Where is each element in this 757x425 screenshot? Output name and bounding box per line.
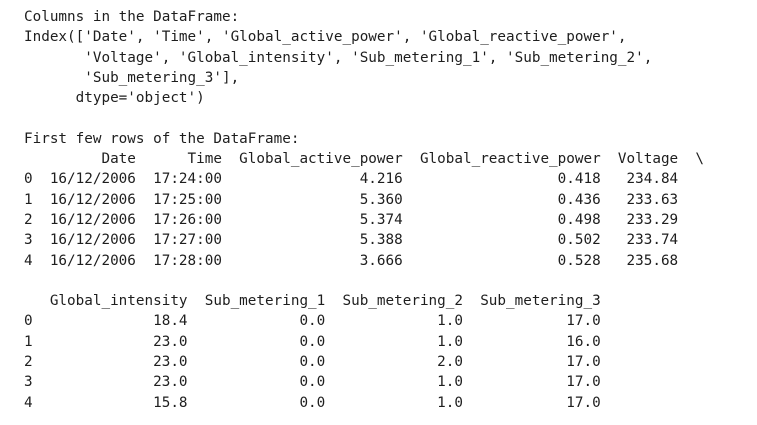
table2-row: 3 23.0 0.0 1.0 17.0 [24,374,601,391]
index-line-2: 'Voltage', 'Global_intensity', 'Sub_mete… [24,49,653,66]
table1-header-row: Date Time Global_active_power Global_rea… [24,151,704,168]
table1-row: 1 16/12/2006 17:25:00 5.360 0.436 233.63 [24,191,679,208]
columns-header-line: Columns in the DataFrame: [24,9,240,25]
table1-row: 0 16/12/2006 17:24:00 4.216 0.418 234.84 [24,171,679,188]
index-line-3: 'Sub_metering_3'], [24,69,240,86]
table2-row: 2 23.0 0.0 2.0 17.0 [24,354,601,371]
table2-row: 1 23.0 0.0 1.0 16.0 [24,333,601,350]
table2-row: 0 18.4 0.0 1.0 17.0 [24,313,601,330]
index-dtype-line: dtype='object') [24,90,205,107]
table2-row: 4 15.8 0.0 1.0 17.0 [24,394,601,411]
table1-row: 2 16/12/2006 17:26:00 5.374 0.498 233.29 [24,211,679,228]
table2-header-row: Global_intensity Sub_metering_1 Sub_mete… [24,293,601,310]
index-line-1: Index(['Date', 'Time', 'Global_active_po… [24,29,627,46]
table1-row: 3 16/12/2006 17:27:00 5.388 0.502 233.74 [24,232,679,249]
cell-output-text: Columns in the DataFrame: Index(['Date',… [24,7,704,413]
table1-row: 4 16/12/2006 17:28:00 3.666 0.528 235.68 [24,252,679,269]
first-rows-header-line: First few rows of the DataFrame: [24,130,300,147]
